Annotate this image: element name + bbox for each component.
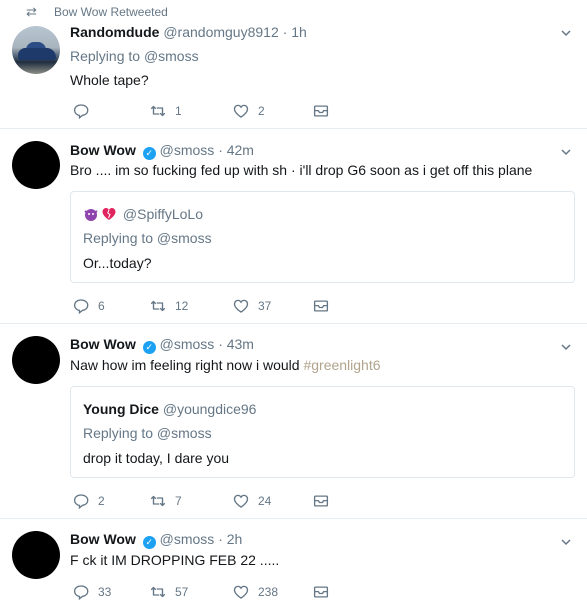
tweet-3[interactable]: Bow Wow ✓ @smoss · 43m Naw how im feelin… [0,324,587,519]
reply-count: 33 [98,585,112,599]
reply-button[interactable]: 33 [72,582,111,602]
display-name[interactable]: Bow Wow [70,142,136,158]
retweet-button[interactable]: 57 [149,582,188,602]
retweet-context: Bow Wow Retweeted [54,5,168,19]
like-count: 238 [258,585,279,599]
heart-icon [232,297,250,315]
retweet-icon [149,583,167,601]
replying-link[interactable]: @smoss [144,48,199,64]
retweet-count: 7 [175,494,182,508]
reply-count: 2 [98,494,105,508]
dm-button[interactable] [312,296,330,316]
chevron-down-icon[interactable] [561,537,571,547]
tweet-text: Bro .... im so fucking fed up with sh · … [70,162,533,178]
heart-icon [232,583,250,601]
tweet-header: Bow Wow ✓ @smoss · 42m [70,142,254,160]
tweet-2[interactable]: Bow Wow ✓ @smoss · 42m Bro .... im so fu… [0,129,587,324]
reply-icon [72,583,90,601]
quoted-text: Or...today? [83,255,152,271]
retweet-icon [149,492,167,510]
retweet-button[interactable]: 7 [149,491,182,511]
chevron-down-icon[interactable] [561,28,571,38]
timestamp[interactable]: · 42m [218,142,254,158]
envelope-icon [312,583,330,601]
retweet-count: 12 [175,299,189,313]
quoted-header: @SpiffyLoLo [83,206,203,222]
like-count: 37 [258,299,272,313]
tweet-4[interactable]: Bow Wow ✓ @smoss · 2h F ck it IM DROPPIN… [0,519,587,609]
replying-to: Replying to @smoss [70,48,199,64]
reply-icon [72,297,90,315]
chevron-down-icon[interactable] [561,342,571,352]
tweet-header: Randomdude @randomguy8912 · 1h [70,24,307,40]
envelope-icon [312,492,330,510]
tweet-text: Naw how im feeling right now i would #gr… [70,357,381,373]
display-name[interactable]: Randomdude [70,24,159,40]
timestamp[interactable]: · 1h [283,24,307,40]
like-button[interactable]: 2 [232,101,265,121]
handle[interactable]: @smoss [160,142,215,158]
quoted-replying: Replying to @smoss [83,425,212,441]
avatar[interactable] [12,531,60,579]
verified-badge-icon: ✓ [142,536,156,549]
tweet-header: Bow Wow ✓ @smoss · 2h [70,531,242,549]
envelope-icon [312,102,330,120]
reply-button[interactable] [72,101,98,121]
tweet-header: Bow Wow ✓ @smoss · 43m [70,336,254,354]
quoted-tweet[interactable]: Young Dice @youngdice96 Replying to @smo… [70,386,575,478]
replying-prefix: Replying to [70,48,141,64]
reply-count: 6 [98,299,105,313]
quoted-handle[interactable]: @SpiffyLoLo [123,206,203,222]
heart-icon [232,102,250,120]
display-name[interactable]: Bow Wow [70,531,136,547]
dm-button[interactable] [312,582,330,602]
verified-badge-icon: ✓ [142,341,156,354]
retweet-button[interactable]: 12 [149,296,188,316]
broken-heart-emoji-icon [102,208,116,220]
retweet-icon [149,297,167,315]
avatar[interactable] [12,336,60,384]
quoted-text: drop it today, I dare you [83,450,230,466]
like-count: 2 [258,104,265,118]
envelope-icon [312,297,330,315]
retweet-count: 57 [175,585,189,599]
hashtag-link[interactable]: #greenlight6 [303,357,380,373]
purple-devil-emoji-icon [84,209,98,221]
handle[interactable]: @randomguy8912 [163,24,278,40]
retweet-button[interactable]: 1 [149,101,182,121]
reply-icon [72,492,90,510]
reply-icon [72,102,90,120]
retweet-icon [149,102,167,120]
chevron-down-icon[interactable] [561,147,571,157]
like-button[interactable]: 37 [232,296,271,316]
verified-badge-icon: ✓ [142,147,156,160]
timestamp[interactable]: · 43m [218,336,254,352]
quoted-replying: Replying to @smoss [83,230,212,246]
quoted-header: Young Dice @youngdice96 [83,401,256,417]
handle[interactable]: @smoss [160,531,215,547]
reply-button[interactable]: 6 [72,296,105,316]
avatar[interactable] [12,141,60,189]
quoted-tweet[interactable]: @SpiffyLoLo Replying to @smoss Or...toda… [70,191,575,283]
timestamp[interactable]: · 2h [218,531,242,547]
tweet-text: Whole tape? [70,72,149,88]
avatar[interactable] [12,26,60,74]
handle[interactable]: @smoss [160,336,215,352]
heart-icon [232,492,250,510]
like-button[interactable]: 238 [232,582,278,602]
dm-button[interactable] [312,491,330,511]
reply-button[interactable]: 2 [72,491,105,511]
tweet-text: F ck it IM DROPPING FEB 22 ..... [70,552,280,568]
dm-button[interactable] [312,101,330,121]
display-name[interactable]: Bow Wow [70,336,136,352]
car-image-body [18,48,56,60]
tweet-1[interactable]: ⇄ Bow Wow Retweeted Randomdude @randomgu… [0,0,587,129]
quoted-handle[interactable]: @youngdice96 [163,401,257,417]
like-count: 24 [258,494,272,508]
retweet-context-icon: ⇄ [26,4,37,19]
like-button[interactable]: 24 [232,491,271,511]
tweet-text-body: Naw how im feeling right now i would [70,357,304,373]
quoted-name[interactable]: Young Dice [83,401,159,417]
retweet-count: 1 [175,104,182,118]
